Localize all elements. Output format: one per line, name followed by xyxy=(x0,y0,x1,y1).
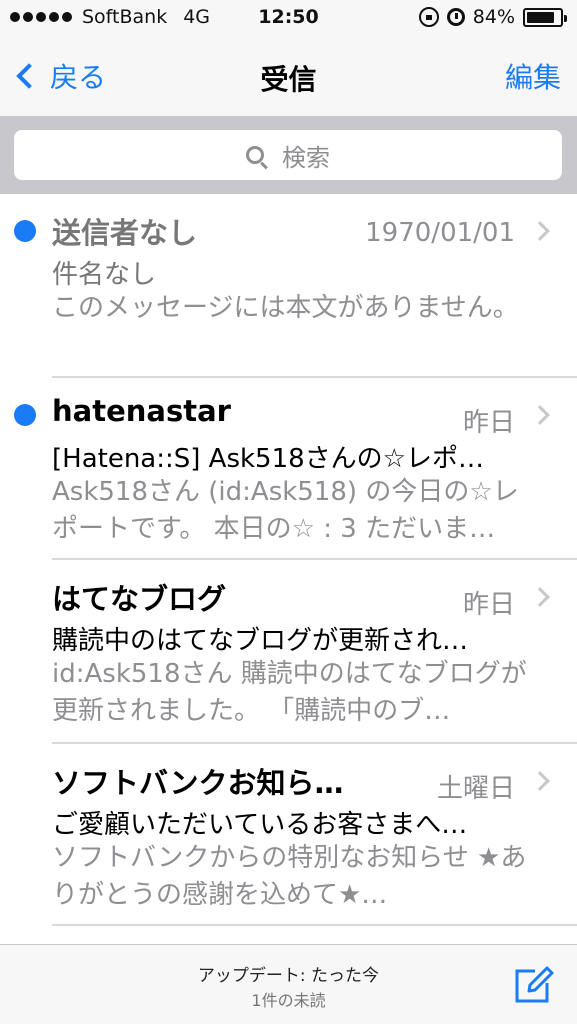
unread-count: 1件の未読 xyxy=(251,991,326,1010)
search-placeholder: 検索 xyxy=(282,143,330,172)
status-bar: SoftBank 4G 12:50 84% xyxy=(0,0,577,38)
mail-preview: Ask518さん (id:Ask518) の今日の☆レポートです。 本日の☆ :… xyxy=(52,477,519,544)
network-type: 4G xyxy=(183,6,211,28)
navigation-bar: 戻る 受信 編集 xyxy=(0,38,577,116)
mail-preview: id:Ask518さん 購読中のはてなブログが更新されました。 「購読中のブ… xyxy=(52,659,527,726)
mail-subject: 購読中のはてなブログが更新され… xyxy=(52,626,469,656)
mail-sender: 送信者なし xyxy=(52,216,198,250)
divider xyxy=(52,924,577,926)
compose-icon xyxy=(515,966,554,1003)
mail-preview: ソフトバンクからの特別なお知らせ ★ありがとうの感謝を込めて★… xyxy=(52,843,527,910)
mail-date: 昨日 xyxy=(462,590,515,620)
search-area: 検索 xyxy=(0,116,577,194)
mail-sender: ソフトバンクお知ら… xyxy=(52,766,344,800)
carrier-name: SoftBank xyxy=(82,6,168,28)
mail-list: 送信者なし 1970/01/01 件名なし このメッセージには本文がありません。… xyxy=(0,194,577,926)
chevron-right-icon xyxy=(530,221,550,241)
battery-percent: 84% xyxy=(472,6,515,28)
mail-row[interactable]: hatenastar 昨日 [Hatena::S] Ask518さんの☆レポ… … xyxy=(0,378,577,560)
orientation-lock-icon xyxy=(418,7,439,27)
mail-subject: ご愛顧いただいているお客さまへ… xyxy=(52,810,468,840)
battery-fill xyxy=(527,11,554,23)
mail-subject: 件名なし xyxy=(52,260,157,290)
mail-date: 土曜日 xyxy=(436,774,515,804)
battery-icon xyxy=(523,7,567,27)
status-right: 84% xyxy=(418,6,567,28)
signal-dots-icon xyxy=(10,12,72,22)
alarm-icon xyxy=(446,8,465,26)
chevron-right-icon xyxy=(530,587,550,607)
update-status: アップデート: たった今 xyxy=(197,966,380,986)
bottom-toolbar: アップデート: たった今 1件の未読 xyxy=(0,944,577,1024)
back-button[interactable]: 戻る xyxy=(14,56,106,96)
mail-date: 昨日 xyxy=(462,408,515,438)
mail-row[interactable]: ソフトバンクお知ら… 土曜日 ご愛顧いただいているお客さまへ… ソフトバンクから… xyxy=(0,744,577,926)
mail-subject: [Hatena::S] Ask518さんの☆レポ… xyxy=(52,444,484,474)
unread-indicator-icon xyxy=(14,220,36,242)
mail-date: 1970/01/01 xyxy=(365,218,515,248)
mail-row[interactable]: はてなブログ 昨日 購読中のはてなブログが更新され… id:Ask518さん 購… xyxy=(0,560,577,744)
search-icon xyxy=(246,146,264,164)
mail-sender: hatenastar xyxy=(52,394,231,428)
mail-sender: はてなブログ xyxy=(52,582,227,616)
chevron-left-icon xyxy=(16,63,42,89)
compose-button[interactable] xyxy=(513,963,555,1005)
mail-preview: このメッセージには本文がありません。 xyxy=(52,293,519,323)
search-input[interactable]: 検索 xyxy=(14,130,562,180)
mail-row[interactable]: 送信者なし 1970/01/01 件名なし このメッセージには本文がありません。 xyxy=(0,194,577,378)
status-left: SoftBank 4G xyxy=(10,6,210,28)
back-label: 戻る xyxy=(50,61,107,94)
edit-button[interactable]: 編集 xyxy=(505,56,561,96)
chevron-right-icon xyxy=(530,771,550,791)
unread-indicator-icon xyxy=(14,404,36,426)
chevron-right-icon xyxy=(530,405,550,425)
